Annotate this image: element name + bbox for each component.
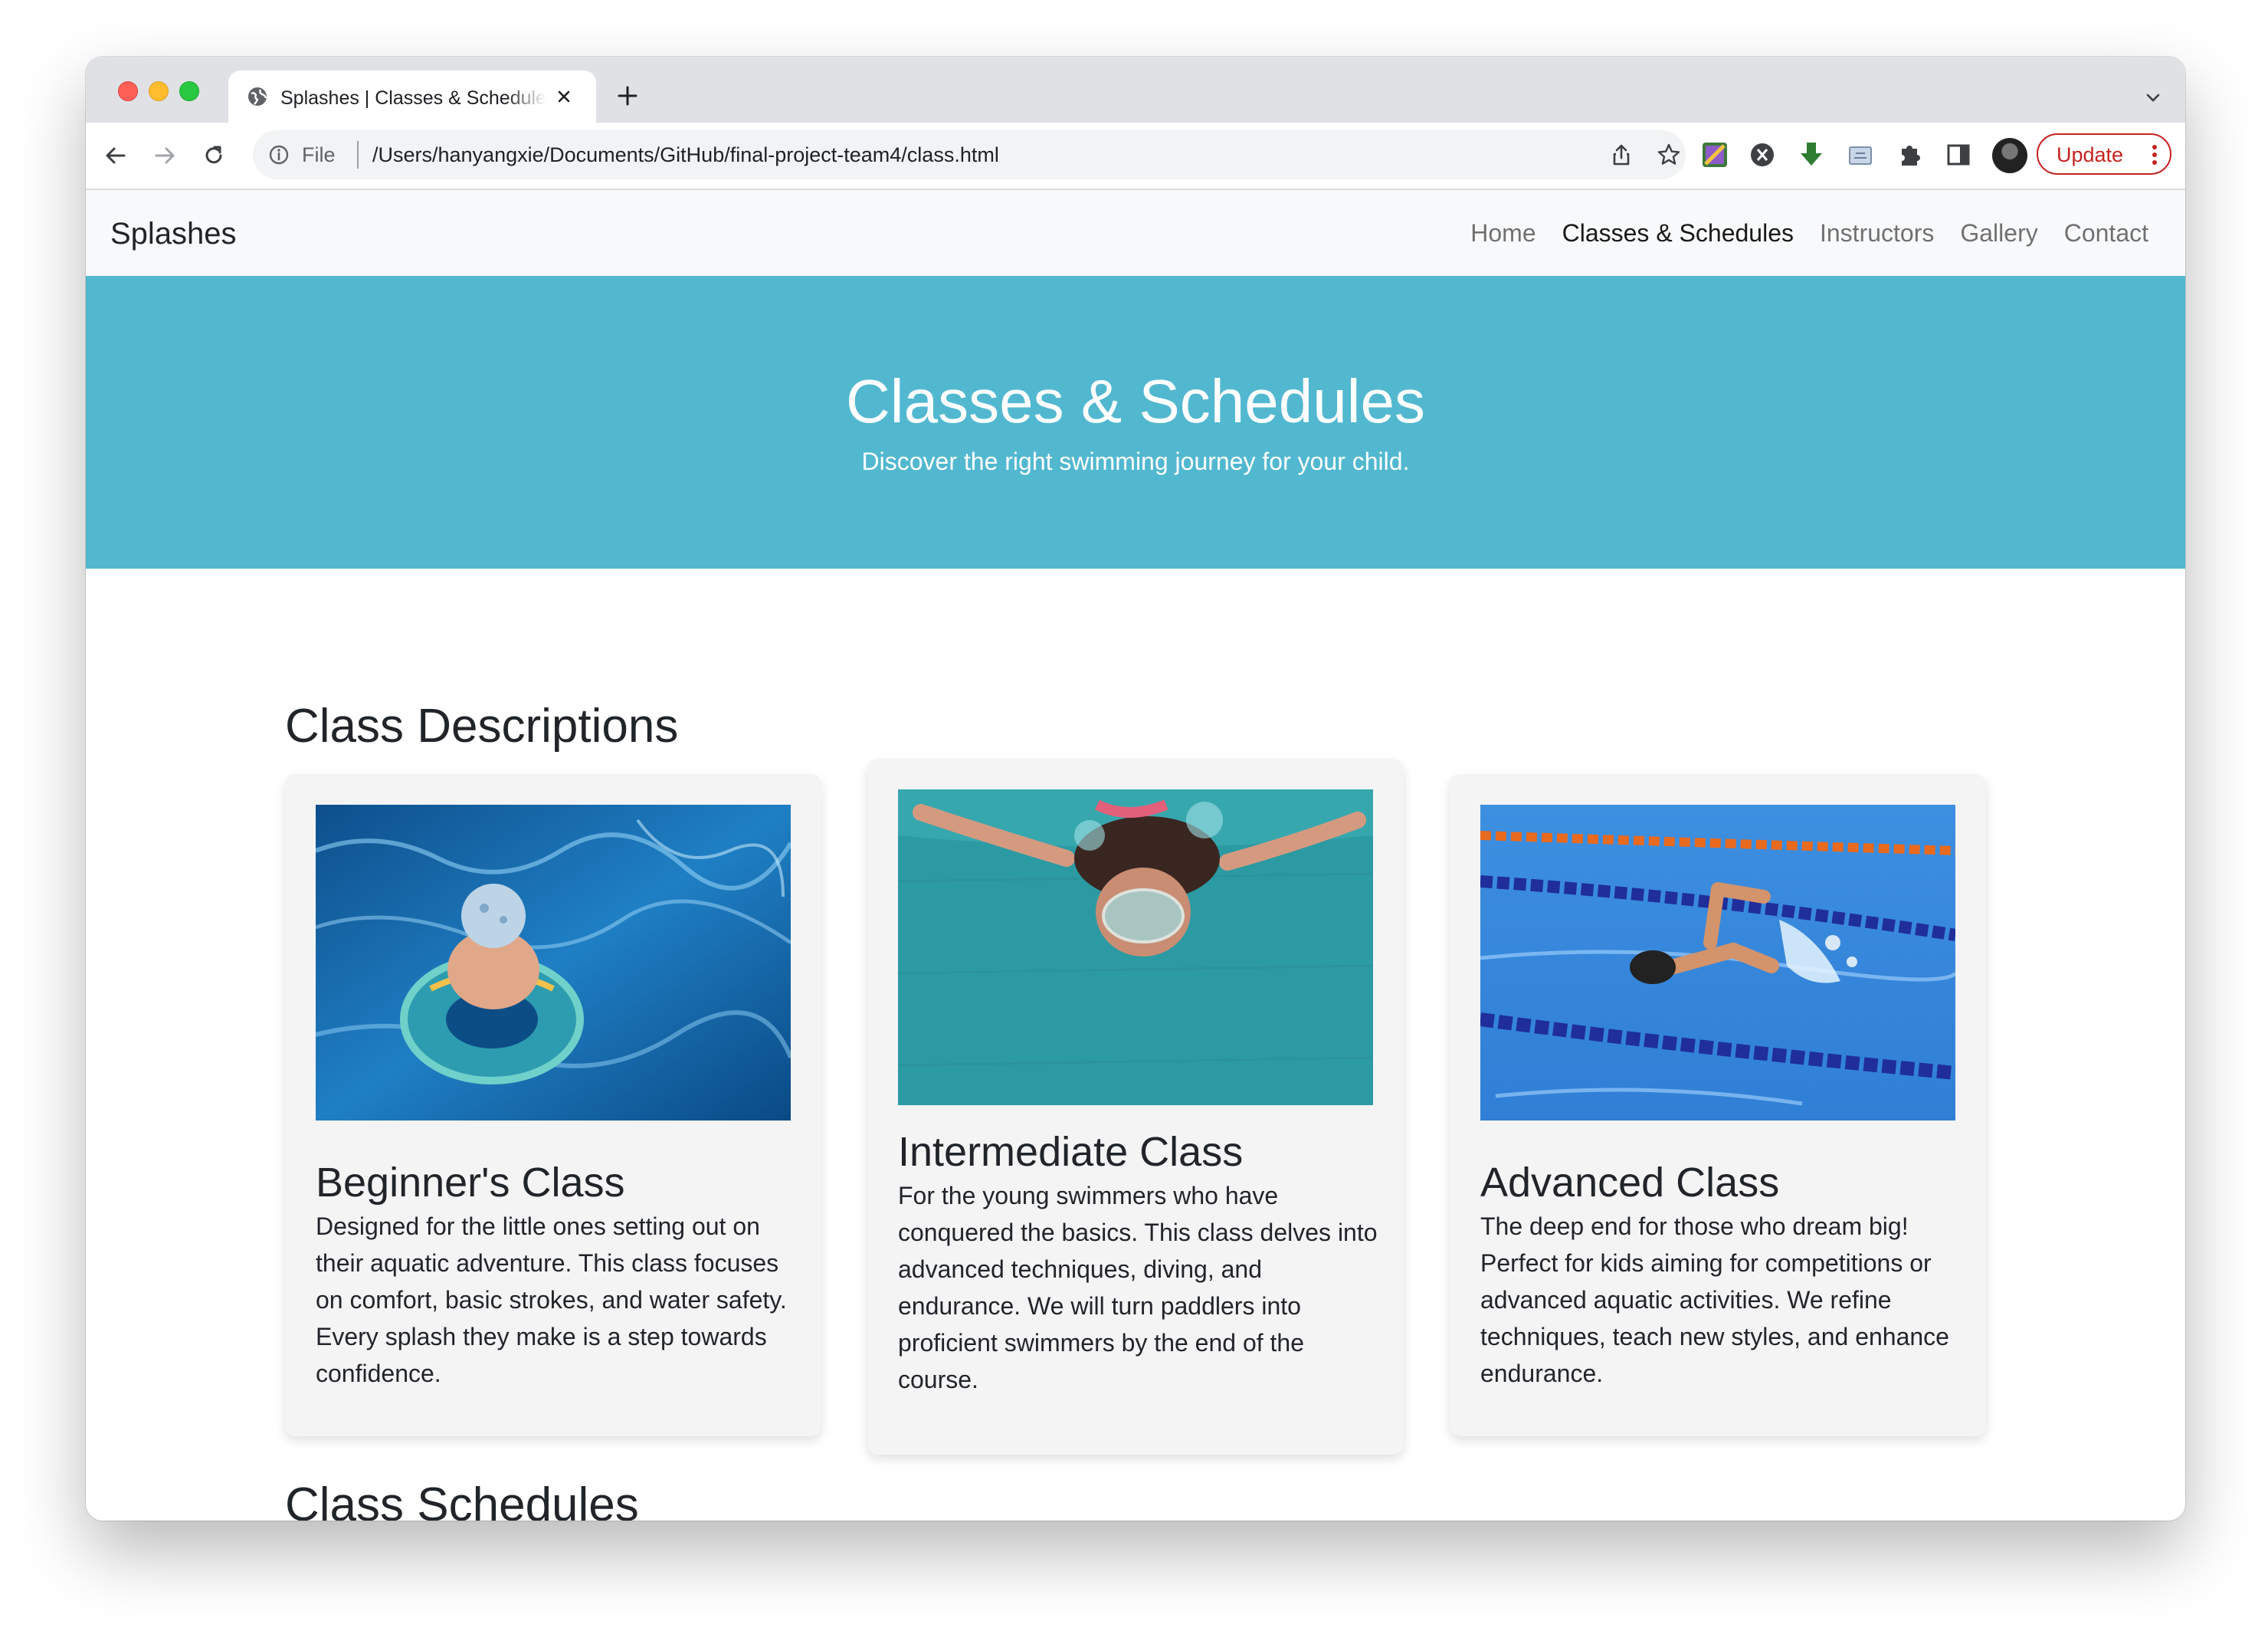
nav-link-contact[interactable]: Contact — [2064, 218, 2148, 248]
nav-link-classes-schedules[interactable]: Classes & Schedules — [1562, 218, 1794, 248]
card-title: Intermediate Class — [898, 1129, 1244, 1175]
back-arrow-icon[interactable] — [101, 141, 130, 170]
omnibox-separator — [357, 141, 359, 169]
url-text[interactable]: /Users/hanyangxie/Documents/GitHub/final… — [372, 143, 999, 167]
class-card-advanced: Advanced Class The deep end for those wh… — [1450, 774, 1986, 1436]
child-with-swim-ring-photo — [316, 805, 791, 1121]
browser-window: Splashes | Classes & Schedules File /Use… — [86, 57, 2185, 1521]
card-title: Advanced Class — [1480, 1160, 1780, 1206]
browser-tab-active[interactable]: Splashes | Classes & Schedules — [228, 71, 596, 123]
class-schedules-heading: Class Schedules — [285, 1478, 639, 1521]
nav-link-home[interactable]: Home — [1470, 218, 1535, 248]
card-description: For the young swimmers who have conquere… — [898, 1182, 1378, 1393]
address-bar[interactable]: File /Users/hanyangxie/Documents/GitHub/… — [253, 130, 1686, 179]
class-descriptions-heading: Class Descriptions — [285, 700, 679, 753]
card-description: Designed for the little ones setting out… — [316, 1212, 787, 1387]
class-card-beginner: Beginner's Class Designed for the little… — [285, 774, 821, 1436]
card-title: Beginner's Class — [316, 1160, 625, 1206]
freestyle-swimmer-lane-photo — [1480, 805, 1955, 1121]
new-tab-icon[interactable] — [616, 84, 639, 107]
hero-banner: Classes & Schedules Discover the right s… — [86, 276, 2185, 569]
site-nav: Home Classes & Schedules Instructors Gal… — [1470, 218, 2148, 248]
tab-title: Splashes | Classes & Schedules — [280, 87, 546, 109]
site-brand[interactable]: Splashes — [110, 216, 237, 251]
bookmark-star-icon[interactable] — [1657, 143, 1681, 167]
extension-circle-icon[interactable] — [1747, 139, 1778, 170]
download-arrow-icon[interactable] — [1796, 139, 1827, 170]
tab-strip: Splashes | Classes & Schedules — [86, 57, 2185, 123]
girl-swimming-underwater-photo — [898, 789, 1373, 1105]
info-icon[interactable] — [268, 144, 290, 166]
globe-icon — [248, 87, 267, 106]
chevron-down-icon[interactable] — [2144, 89, 2162, 107]
update-button-label: Update — [2057, 143, 2124, 166]
hero-title: Classes & Schedules — [846, 367, 1425, 435]
more-options-icon[interactable] — [2152, 144, 2158, 166]
update-button[interactable]: Update — [2037, 133, 2171, 175]
browser-toolbar: File /Users/hanyangxie/Documents/GitHub/… — [86, 123, 2185, 190]
nav-link-instructors[interactable]: Instructors — [1820, 218, 1934, 248]
nav-link-gallery[interactable]: Gallery — [1960, 218, 2037, 248]
page-viewport: Splashes Home Classes & Schedules Instru… — [86, 190, 2185, 1521]
hero-subtitle: Discover the right swimming journey for … — [861, 448, 1410, 475]
file-scheme-label: File — [302, 143, 336, 166]
share-icon[interactable] — [1609, 143, 1634, 167]
extension-colorful-icon[interactable] — [1699, 139, 1730, 170]
extensions-puzzle-icon[interactable] — [1894, 139, 1925, 170]
side-panel-icon[interactable] — [1943, 139, 1974, 170]
minimize-window-button[interactable] — [149, 81, 169, 101]
profile-avatar[interactable] — [1992, 138, 2027, 173]
close-tab-icon[interactable] — [553, 86, 575, 107]
site-navbar: Splashes Home Classes & Schedules Instru… — [86, 190, 2185, 276]
extension-screen-icon[interactable] — [1845, 139, 1876, 170]
close-window-button[interactable] — [118, 81, 138, 101]
class-card-intermediate: Intermediate Class For the young swimmer… — [867, 759, 1404, 1455]
reload-icon[interactable] — [199, 141, 228, 170]
forward-arrow-icon[interactable] — [150, 141, 179, 170]
card-description: The deep end for those who dream big! Pe… — [1480, 1212, 1949, 1387]
maximize-window-button[interactable] — [179, 81, 199, 101]
